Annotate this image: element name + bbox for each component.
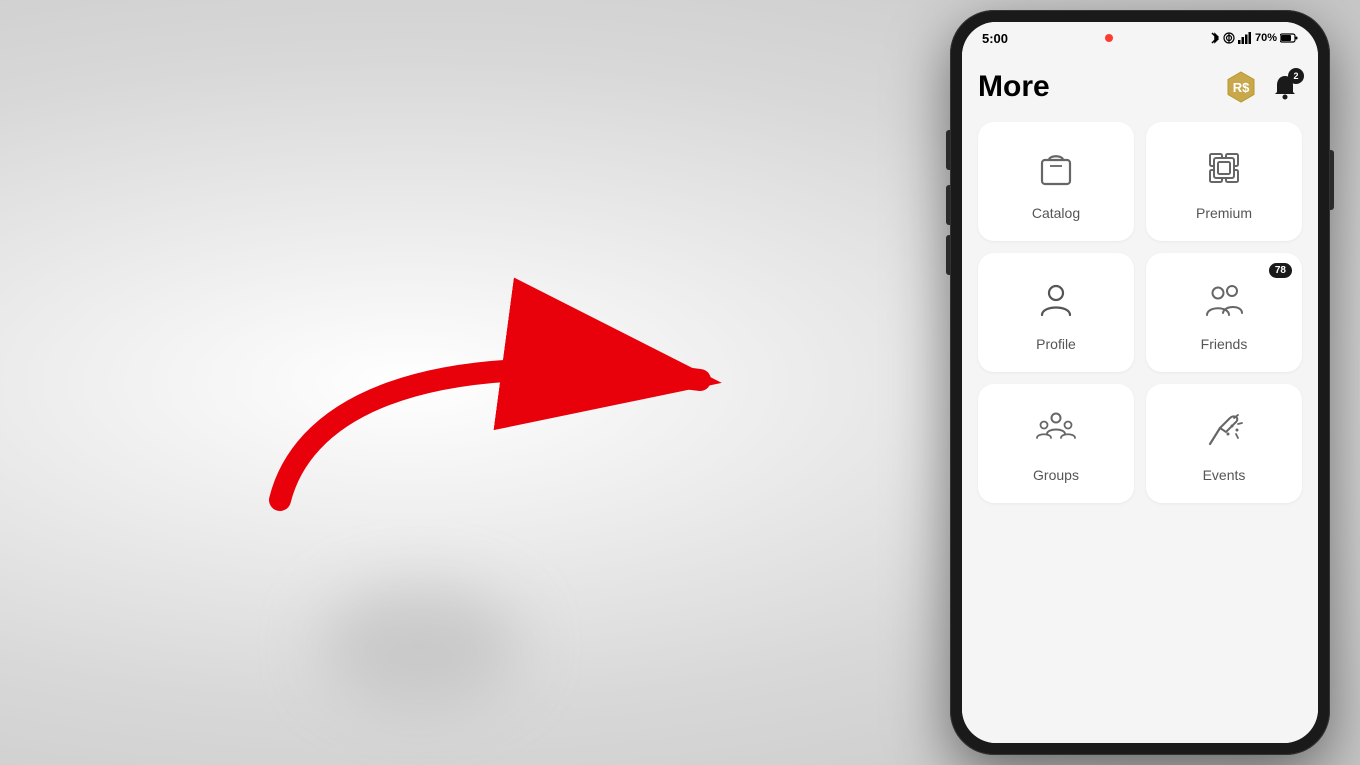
menu-grid: Catalog: [978, 122, 1302, 503]
events-label: Events: [1203, 467, 1246, 483]
events-icon: [1202, 408, 1246, 457]
svg-text:R$: R$: [1233, 80, 1250, 95]
app-header: More R$ 2: [978, 70, 1302, 104]
groups-icon: [1034, 408, 1078, 457]
recording-dot: [1105, 34, 1113, 42]
premium-label: Premium: [1196, 205, 1252, 221]
phone-frame: 5:00: [950, 10, 1330, 755]
wifi-icon: [1223, 32, 1235, 44]
battery-text: 70%: [1255, 32, 1277, 44]
battery-icon: [1280, 33, 1298, 43]
groups-item[interactable]: Groups: [978, 384, 1134, 503]
bluetooth-icon: [1210, 31, 1220, 45]
page-title: More: [978, 70, 1050, 104]
friends-item[interactable]: 78 Friends: [1146, 253, 1302, 372]
catalog-label: Catalog: [1032, 205, 1080, 221]
friends-label: Friends: [1201, 336, 1248, 352]
friends-icon: [1202, 277, 1246, 326]
robux-icon[interactable]: R$: [1224, 70, 1258, 104]
background-blob: [320, 585, 520, 705]
phone-device: 5:00: [950, 10, 1330, 755]
phone-screen: 5:00: [962, 22, 1318, 743]
header-icons: R$ 2: [1224, 70, 1302, 104]
events-item[interactable]: Events: [1146, 384, 1302, 503]
notification-badge: 2: [1288, 68, 1304, 84]
status-center: [1105, 34, 1113, 42]
status-icons: 70%: [1210, 31, 1298, 45]
shopping-bag-icon: [1034, 146, 1078, 195]
notification-icon[interactable]: 2: [1268, 70, 1302, 104]
signal-icon: [1238, 32, 1252, 44]
app-content: More R$ 2: [962, 54, 1318, 743]
profile-item[interactable]: Profile: [978, 253, 1134, 372]
premium-icon: [1202, 146, 1246, 195]
status-time: 5:00: [982, 31, 1008, 46]
profile-label: Profile: [1036, 336, 1076, 352]
catalog-item[interactable]: Catalog: [978, 122, 1134, 241]
groups-label: Groups: [1033, 467, 1079, 483]
status-bar: 5:00: [962, 22, 1318, 54]
person-icon: [1034, 277, 1078, 326]
premium-item[interactable]: Premium: [1146, 122, 1302, 241]
friends-badge: 78: [1269, 263, 1292, 278]
